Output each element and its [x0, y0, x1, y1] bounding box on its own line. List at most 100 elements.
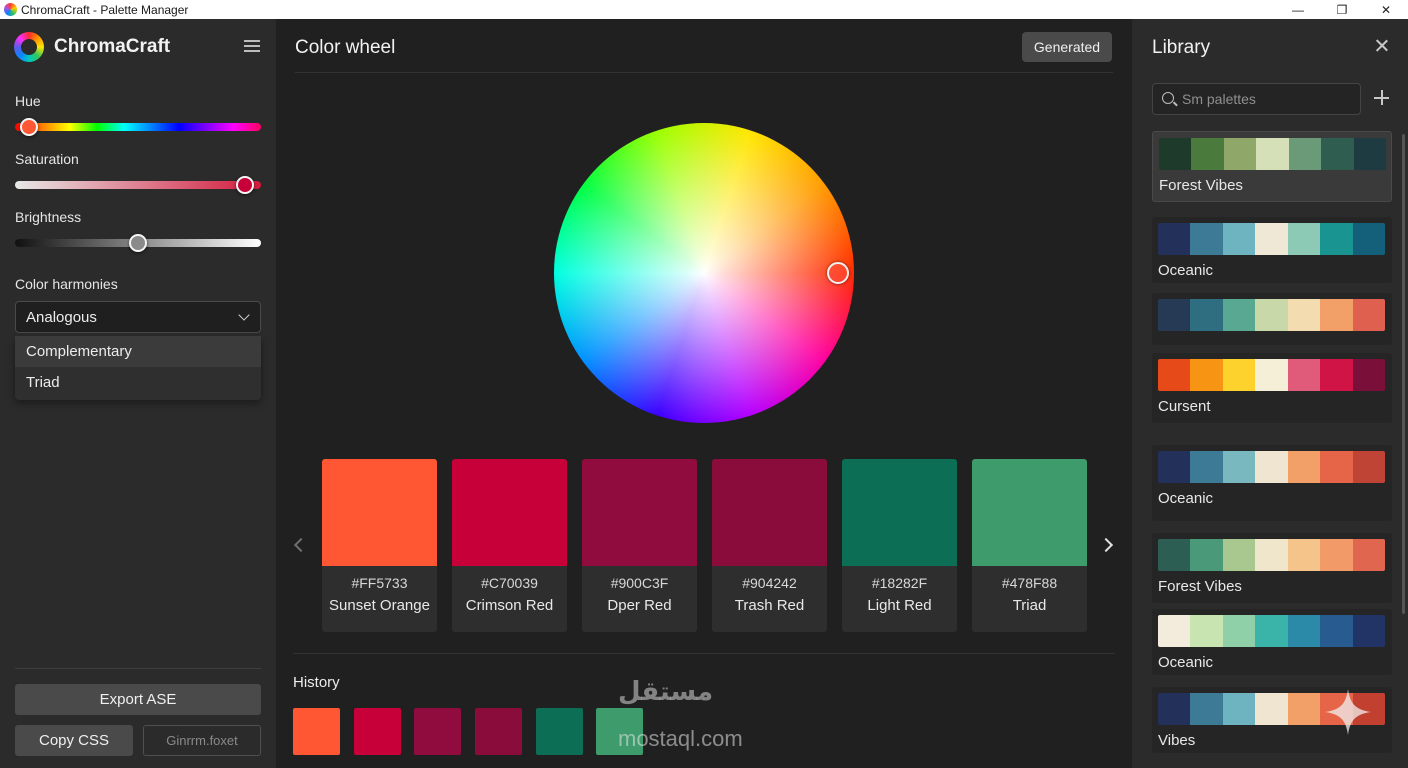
copy-css-button[interactable]: Copy CSS: [15, 725, 133, 756]
swatch-hex: #900C3F: [610, 575, 669, 591]
palette-name: Oceanic: [1158, 654, 1214, 671]
harmony-option-triad[interactable]: Triad: [15, 367, 261, 398]
saturation-slider-thumb[interactable]: [236, 176, 255, 194]
color-wheel[interactable]: [554, 123, 854, 423]
swatch-color: [452, 459, 567, 566]
harmonies-label: Color harmonies: [15, 276, 118, 292]
hue-slider-thumb[interactable]: [19, 118, 38, 136]
swatch-name: Light Red: [867, 597, 932, 614]
maximize-button[interactable]: ❐: [1320, 0, 1364, 19]
hue-slider[interactable]: [15, 123, 261, 131]
harmonies-select[interactable]: Analogous: [15, 301, 261, 333]
brightness-slider-thumb[interactable]: [129, 234, 147, 252]
palette-color-strip: [1158, 615, 1385, 647]
app-icon: [4, 3, 17, 16]
library-title: Library: [1152, 37, 1211, 58]
window-titlebar: ChromaCraft - Palette Manager — ❐ ✕: [0, 0, 1408, 19]
palette-card[interactable]: [1152, 293, 1392, 345]
history-swatch[interactable]: [354, 708, 401, 755]
hue-label: Hue: [15, 93, 41, 109]
harmonies-dropdown: Complementary Triad: [15, 336, 261, 400]
palette-color-strip: [1158, 451, 1385, 483]
palette-color-strip: [1158, 539, 1385, 571]
close-window-button[interactable]: ✕: [1364, 0, 1408, 19]
chevron-right-icon[interactable]: [1100, 535, 1116, 555]
swatch-card[interactable]: #18282F Light Red: [842, 459, 957, 632]
close-icon[interactable]: [1373, 37, 1391, 55]
swatch-hex: #904242: [742, 575, 797, 591]
history-swatch[interactable]: [414, 708, 461, 755]
window-title: ChromaCraft - Palette Manager: [21, 2, 189, 17]
palette-card[interactable]: Oceanic: [1152, 445, 1392, 521]
palette-search: [1152, 83, 1361, 115]
search-icon: [1162, 92, 1174, 104]
main-panel: Color wheel Generated #FF5733 Sunset Oran…: [276, 19, 1132, 768]
color-ring-logo-icon: [14, 32, 44, 62]
swatch-color: [842, 459, 957, 566]
swatch-hex: #FF5733: [351, 575, 408, 591]
library-scrollbar[interactable]: [1402, 134, 1405, 614]
chevron-down-icon: [238, 309, 250, 321]
swatch-name: Sunset Orange: [329, 597, 430, 614]
palette-card[interactable]: Cursent: [1152, 353, 1392, 423]
swatch-card[interactable]: #FF5733 Sunset Orange: [322, 459, 437, 632]
hamburger-menu-icon[interactable]: [243, 37, 261, 57]
palette-card[interactable]: Forest Vibes: [1152, 131, 1392, 202]
app-name: ChromaCraft: [54, 36, 171, 57]
generated-button[interactable]: Generated: [1022, 32, 1112, 62]
sparkle-icon: [1325, 689, 1371, 735]
add-icon[interactable]: [1373, 89, 1391, 107]
chevron-left-icon[interactable]: [290, 535, 306, 555]
search-input[interactable]: [1182, 89, 1352, 109]
palette-name: Cursent: [1158, 398, 1211, 415]
swatch-card[interactable]: #900C3F Dper Red: [582, 459, 697, 632]
watermark-text: mostaql.com: [618, 726, 743, 751]
palette-name: Oceanic: [1158, 490, 1214, 507]
color-wheel-handle[interactable]: [827, 262, 849, 284]
palette-card[interactable]: Forest Vibes: [1152, 533, 1392, 603]
export-ase-button[interactable]: Export ASE: [15, 684, 261, 715]
palette-name: Forest Vibes: [1158, 578, 1242, 595]
swatch-hex: #478F88: [1001, 575, 1058, 591]
history-swatch[interactable]: [536, 708, 583, 755]
palette-color-strip: [1158, 223, 1385, 255]
controls-sidebar: ChromaCraft Hue Saturation Brightness Co…: [0, 19, 276, 768]
saturation-slider[interactable]: [15, 181, 261, 189]
swatch-card[interactable]: #904242 Trash Red: [712, 459, 827, 632]
swatch-color: [972, 459, 1087, 566]
palette-color-strip: [1158, 299, 1385, 331]
brand: ChromaCraft: [14, 32, 170, 62]
swatch-card[interactable]: #478F88 Triad: [972, 459, 1087, 632]
divider: [295, 72, 1113, 73]
swatch-card[interactable]: #C70039 Crimson Red: [452, 459, 567, 632]
swatch-color: [582, 459, 697, 566]
history-swatch[interactable]: [475, 708, 522, 755]
palette-color-strip: [1158, 359, 1385, 391]
history-label: History: [293, 674, 340, 691]
harmonies-selected-value: Analogous: [26, 308, 97, 326]
palette-card[interactable]: Oceanic: [1152, 609, 1392, 675]
swatch-hex: #C70039: [481, 575, 538, 591]
swatch-name: Triad: [1012, 597, 1047, 614]
palette-color-strip: [1159, 138, 1386, 170]
divider: [15, 668, 261, 669]
watermark-arabic: مستقل: [618, 676, 714, 706]
secondary-format-button[interactable]: Ginrrm.foxet: [143, 725, 261, 756]
history-swatch[interactable]: [293, 708, 340, 755]
page-title: Color wheel: [295, 37, 396, 58]
palette-list: Forest Vibes Oceanic Cursent Oceanic Forest …: [1152, 131, 1392, 768]
swatch-name: Dper Red: [607, 597, 672, 614]
palette-name: Vibes: [1158, 732, 1196, 749]
divider: [293, 653, 1115, 654]
swatch-color: [322, 459, 437, 566]
palette-name: Oceanic: [1158, 262, 1214, 279]
palette-card[interactable]: Oceanic: [1152, 217, 1392, 283]
swatch-hex: #18282F: [871, 575, 928, 591]
library-panel: Library Forest Vibes Oceanic Cursent Oceani…: [1132, 19, 1408, 768]
swatch-name: Trash Red: [734, 597, 805, 614]
harmony-option-complementary[interactable]: Complementary: [15, 336, 261, 367]
palette-name: Forest Vibes: [1159, 177, 1243, 194]
swatch-color: [712, 459, 827, 566]
minimize-button[interactable]: —: [1276, 0, 1320, 19]
saturation-label: Saturation: [15, 151, 79, 167]
